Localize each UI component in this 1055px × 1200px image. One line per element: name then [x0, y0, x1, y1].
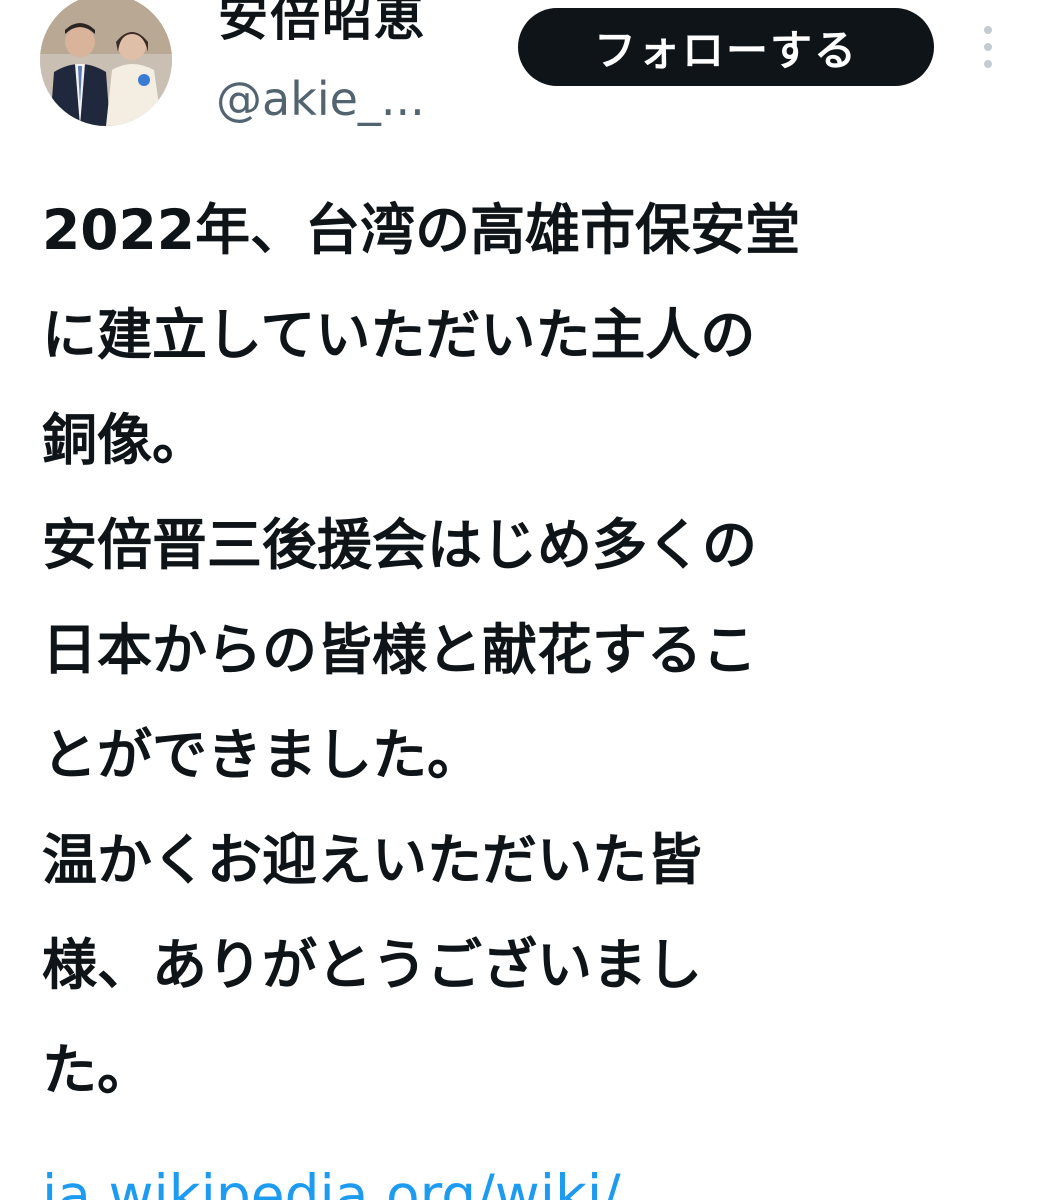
tweet-header: 安倍昭恵 @akie_... フォローする — [0, 0, 1055, 140]
tweet-line: とができました。 — [42, 723, 483, 787]
follow-button[interactable]: フォローする — [518, 8, 934, 86]
user-handle[interactable]: @akie_... — [216, 72, 425, 126]
tweet-line: 2022年、台湾の高雄市保安堂 — [42, 198, 801, 262]
avatar[interactable] — [40, 0, 172, 126]
display-name[interactable]: 安倍昭恵 — [218, 0, 426, 50]
tweet-link[interactable]: ja.wikipedia.org/wiki/ — [42, 1160, 621, 1200]
tweet-line: に建立していただいた主人の — [42, 303, 756, 367]
tweet-line: 様、ありがとうございまし — [42, 933, 703, 997]
tweet-line: 安倍晋三後援会はじめ多くの — [42, 513, 758, 577]
tweet-text: 2022年、台湾の高雄市保安堂 に建立していただいた主人の 銅像。 安倍晋三後援… — [42, 178, 1022, 1123]
tweet-line: 銅像。 — [42, 408, 208, 472]
more-vertical-icon[interactable] — [976, 22, 1000, 72]
tweet-line: 温かくお迎えいただいた皆 — [42, 828, 703, 892]
avatar-photo — [40, 0, 172, 126]
tweet-line: 日本からの皆様と献花するこ — [42, 618, 758, 682]
tweet-line: た。 — [42, 1038, 153, 1102]
